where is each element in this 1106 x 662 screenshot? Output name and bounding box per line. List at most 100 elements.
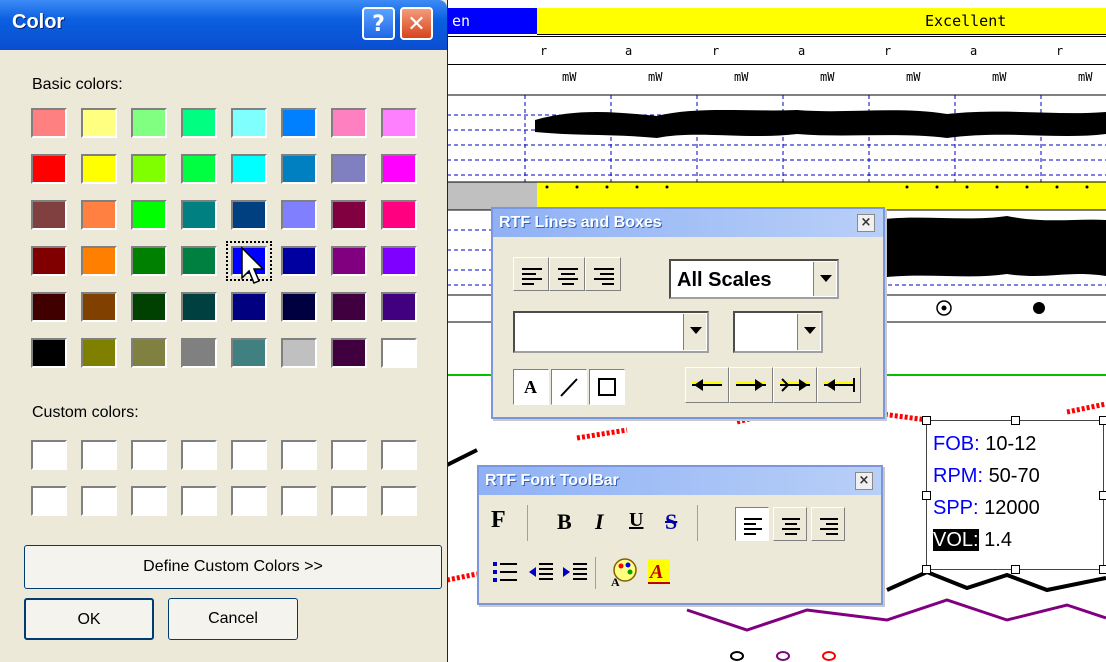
arrow-both-button[interactable] bbox=[773, 367, 817, 403]
custom-color-swatch[interactable] bbox=[31, 486, 67, 516]
chevron-down-icon[interactable] bbox=[683, 314, 706, 350]
color-swatch[interactable] bbox=[31, 338, 67, 368]
arrow-tail-button[interactable] bbox=[817, 367, 861, 403]
color-swatch[interactable] bbox=[281, 108, 317, 138]
color-swatch[interactable] bbox=[281, 246, 317, 276]
resize-handle[interactable] bbox=[1099, 491, 1106, 500]
color-swatch[interactable] bbox=[381, 154, 417, 184]
custom-color-swatch[interactable] bbox=[81, 486, 117, 516]
font-toolbar-close-button[interactable]: × bbox=[855, 472, 873, 490]
resize-handle[interactable] bbox=[1011, 416, 1020, 425]
color-swatch[interactable] bbox=[281, 200, 317, 230]
color-swatch[interactable] bbox=[131, 292, 167, 322]
color-swatch[interactable] bbox=[231, 154, 267, 184]
bullet-list-icon[interactable] bbox=[491, 559, 519, 585]
line-width-select[interactable] bbox=[733, 311, 823, 353]
scale-select[interactable]: All Scales bbox=[669, 259, 839, 299]
color-swatch[interactable] bbox=[281, 338, 317, 368]
color-swatch[interactable] bbox=[181, 108, 217, 138]
color-swatch[interactable] bbox=[231, 108, 267, 138]
custom-color-swatch[interactable] bbox=[31, 440, 67, 470]
resize-handle[interactable] bbox=[922, 416, 931, 425]
color-swatch[interactable] bbox=[31, 154, 67, 184]
color-swatch[interactable] bbox=[381, 200, 417, 230]
custom-color-swatch[interactable] bbox=[331, 486, 367, 516]
highlight-icon[interactable]: A bbox=[645, 557, 675, 587]
text-tool-button[interactable]: A bbox=[513, 369, 549, 405]
color-swatch[interactable] bbox=[131, 154, 167, 184]
custom-color-swatch[interactable] bbox=[231, 486, 267, 516]
color-swatch[interactable] bbox=[281, 154, 317, 184]
font-color-palette-icon[interactable]: A bbox=[609, 557, 639, 587]
lines-boxes-close-button[interactable]: × bbox=[857, 214, 875, 232]
resize-handle[interactable] bbox=[1099, 565, 1106, 574]
arrow-right-button[interactable] bbox=[729, 367, 773, 403]
custom-color-swatch[interactable] bbox=[181, 440, 217, 470]
chevron-down-icon[interactable] bbox=[813, 262, 836, 296]
color-swatch[interactable] bbox=[231, 200, 267, 230]
ok-button[interactable]: OK bbox=[24, 598, 154, 640]
underline-button[interactable]: U bbox=[629, 509, 643, 532]
color-swatch[interactable] bbox=[131, 108, 167, 138]
color-swatch[interactable] bbox=[81, 200, 117, 230]
font-button[interactable]: F bbox=[491, 507, 506, 534]
custom-color-swatch[interactable] bbox=[331, 440, 367, 470]
line-tool-button[interactable] bbox=[551, 369, 587, 405]
para-align-right-button[interactable] bbox=[811, 507, 845, 541]
color-swatch[interactable] bbox=[381, 338, 417, 368]
resize-handle[interactable] bbox=[922, 565, 931, 574]
color-swatch[interactable] bbox=[381, 292, 417, 322]
resize-handle[interactable] bbox=[1099, 416, 1106, 425]
color-swatch[interactable] bbox=[231, 338, 267, 368]
close-button[interactable]: ✕ bbox=[400, 7, 433, 40]
line-style-select[interactable] bbox=[513, 311, 709, 353]
color-swatch[interactable] bbox=[81, 292, 117, 322]
color-swatch[interactable] bbox=[331, 154, 367, 184]
color-swatch[interactable] bbox=[331, 338, 367, 368]
color-swatch[interactable] bbox=[181, 154, 217, 184]
outdent-icon[interactable] bbox=[527, 559, 555, 585]
cancel-button[interactable]: Cancel bbox=[168, 598, 298, 640]
custom-color-swatch[interactable] bbox=[81, 440, 117, 470]
color-swatch[interactable] bbox=[381, 108, 417, 138]
define-custom-colors-button[interactable]: Define Custom Colors >> bbox=[24, 545, 442, 589]
para-align-left-button[interactable] bbox=[735, 507, 769, 541]
custom-color-swatch[interactable] bbox=[281, 486, 317, 516]
annotation-box[interactable]: FOB: 10-12 RPM: 50-70 SPP: 12000 VOL: 1.… bbox=[922, 416, 1106, 574]
custom-color-swatch[interactable] bbox=[131, 440, 167, 470]
color-swatch[interactable] bbox=[181, 200, 217, 230]
color-swatch[interactable] bbox=[181, 246, 217, 276]
lines-boxes-titlebar[interactable]: RTF Lines and Boxes × bbox=[493, 209, 883, 237]
italic-button[interactable]: I bbox=[595, 509, 604, 535]
color-swatch[interactable] bbox=[331, 108, 367, 138]
box-tool-button[interactable] bbox=[589, 369, 625, 405]
para-align-center-button[interactable] bbox=[773, 507, 807, 541]
color-swatch[interactable] bbox=[81, 246, 117, 276]
align-left-button[interactable] bbox=[513, 257, 549, 291]
custom-color-swatch[interactable] bbox=[281, 440, 317, 470]
color-swatch[interactable] bbox=[81, 108, 117, 138]
color-swatch[interactable] bbox=[181, 292, 217, 322]
color-swatch[interactable] bbox=[231, 292, 267, 322]
help-button[interactable]: ? bbox=[362, 7, 395, 40]
align-center-button[interactable] bbox=[549, 257, 585, 291]
color-swatch[interactable] bbox=[181, 338, 217, 368]
custom-color-swatch[interactable] bbox=[131, 486, 167, 516]
bold-button[interactable]: B bbox=[557, 509, 572, 535]
color-swatch[interactable] bbox=[331, 292, 367, 322]
resize-handle[interactable] bbox=[922, 491, 931, 500]
color-swatch[interactable] bbox=[31, 200, 67, 230]
color-swatch[interactable] bbox=[331, 200, 367, 230]
color-swatch[interactable] bbox=[281, 292, 317, 322]
color-swatch[interactable] bbox=[131, 246, 167, 276]
font-toolbar-titlebar[interactable]: RTF Font ToolBar × bbox=[479, 467, 881, 495]
color-swatch[interactable] bbox=[131, 200, 167, 230]
color-swatch[interactable] bbox=[31, 292, 67, 322]
color-swatch[interactable] bbox=[31, 108, 67, 138]
custom-color-swatch[interactable] bbox=[381, 440, 417, 470]
indent-icon[interactable] bbox=[561, 559, 589, 585]
custom-color-swatch[interactable] bbox=[181, 486, 217, 516]
color-dialog-titlebar[interactable]: Color ? ✕ bbox=[0, 0, 447, 50]
color-swatch[interactable] bbox=[81, 154, 117, 184]
color-swatch[interactable] bbox=[31, 246, 67, 276]
